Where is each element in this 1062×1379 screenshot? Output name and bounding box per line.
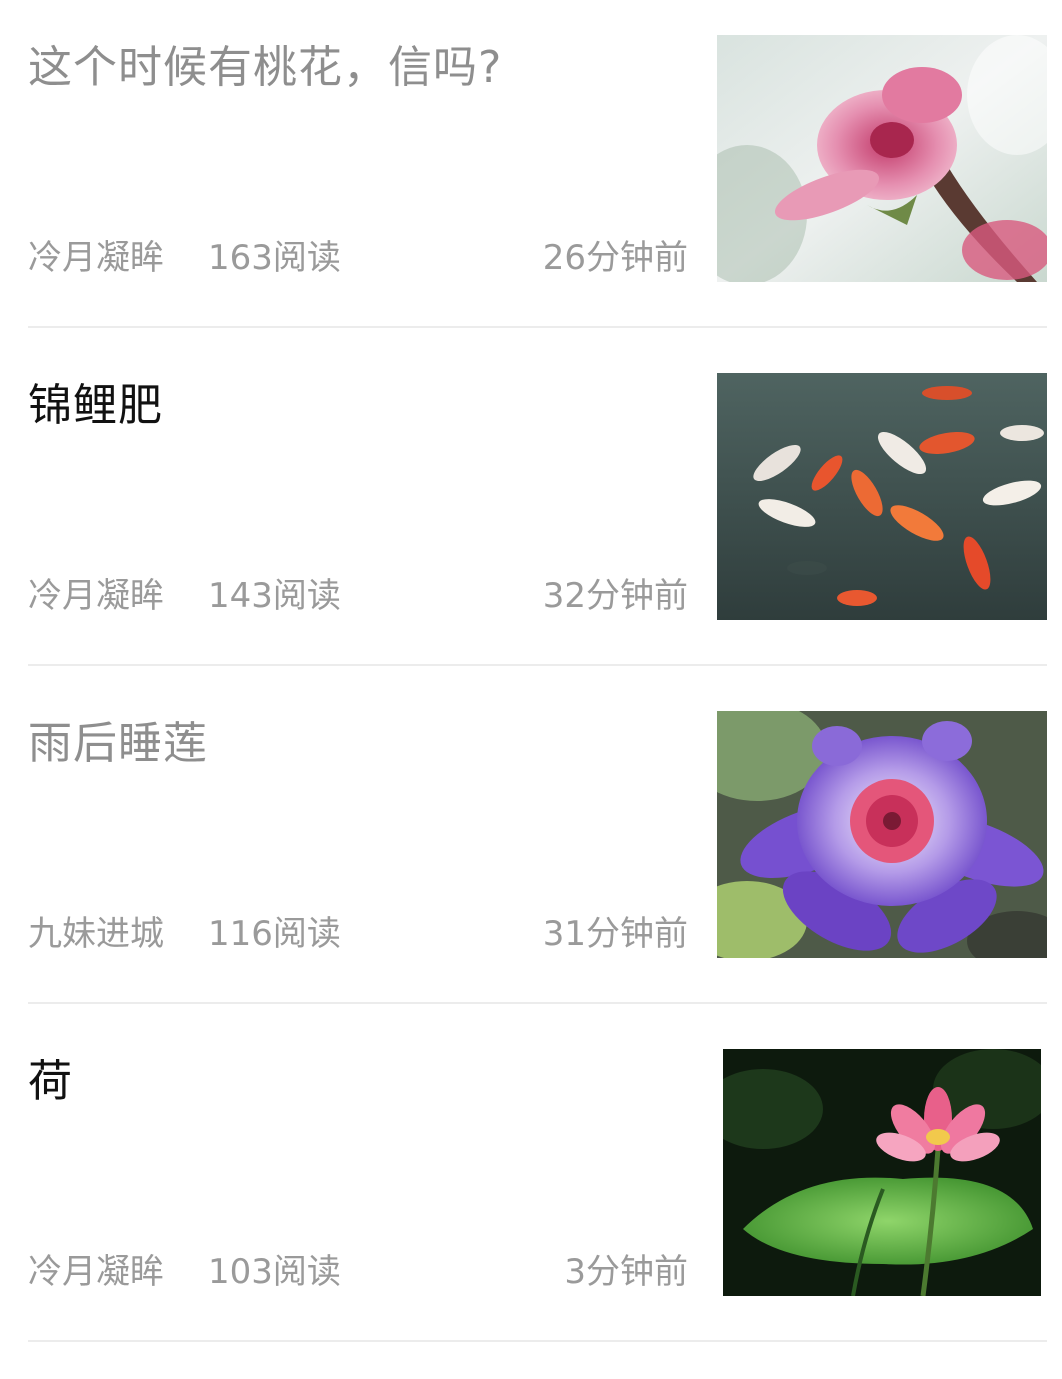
article-read-count: 163阅读: [208, 238, 341, 278]
article-meta: 冷月凝眸 143阅读 32分钟前: [28, 574, 688, 618]
article-author: 冷月凝眸: [28, 1252, 164, 1292]
article-item[interactable]: 这个时候有桃花，信吗? 冷月凝眸 163阅读 26分钟前: [0, 0, 1062, 338]
article-author: 冷月凝眸: [28, 576, 164, 616]
article-title[interactable]: 锦鲤肥: [28, 378, 163, 433]
article-meta: 冷月凝眸 163阅读 26分钟前: [28, 236, 688, 280]
item-divider: [28, 1002, 1047, 1004]
article-title[interactable]: 雨后睡莲: [28, 716, 208, 771]
article-author: 冷月凝眸: [28, 238, 164, 278]
article-feed: 这个时候有桃花，信吗? 冷月凝眸 163阅读 26分钟前 锦鲤肥 冷月凝眸 14…: [0, 0, 1062, 1379]
article-read-count: 116阅读: [208, 914, 341, 954]
article-timestamp: 3分钟前: [564, 1252, 688, 1292]
article-timestamp: 26分钟前: [542, 238, 688, 278]
article-title[interactable]: 这个时候有桃花，信吗?: [28, 40, 502, 95]
item-divider: [28, 1340, 1047, 1342]
article-timestamp: 32分钟前: [542, 576, 688, 616]
article-author: 九妹进城: [28, 914, 164, 954]
article-timestamp: 31分钟前: [542, 914, 688, 954]
article-read-count: 103阅读: [208, 1252, 341, 1292]
article-read-count: 143阅读: [208, 576, 341, 616]
item-divider: [28, 664, 1047, 666]
article-meta: 九妹进城 116阅读 31分钟前: [28, 912, 688, 956]
article-meta: 冷月凝眸 103阅读 3分钟前: [28, 1250, 688, 1294]
article-item[interactable]: 锦鲤肥 冷月凝眸 143阅读 32分钟前: [0, 338, 1062, 676]
peach-blossom-image[interactable]: [717, 35, 1047, 282]
article-title[interactable]: 荷: [28, 1054, 73, 1109]
item-divider: [28, 326, 1047, 328]
article-item[interactable]: 雨后睡莲 九妹进城 116阅读 31分钟前: [0, 676, 1062, 1014]
article-item[interactable]: 荷 冷月凝眸 103阅读 3分钟前: [0, 1014, 1062, 1352]
lotus-image[interactable]: [723, 1049, 1041, 1296]
koi-fish-image[interactable]: [717, 373, 1047, 620]
water-lily-image[interactable]: [717, 711, 1047, 958]
